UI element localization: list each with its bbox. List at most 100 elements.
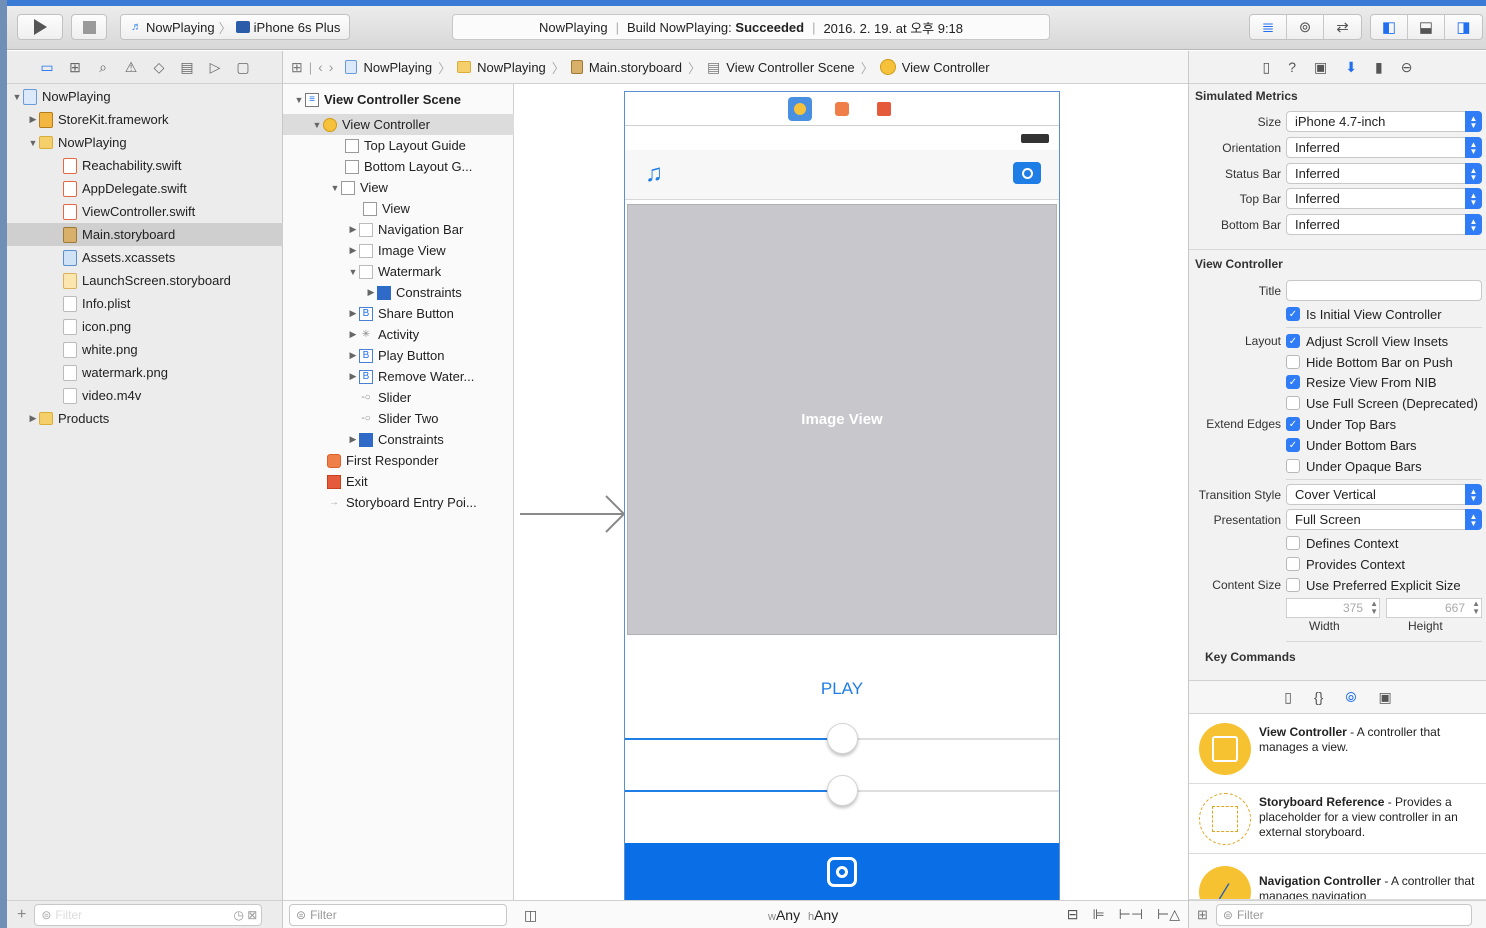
object-library-icon[interactable]: ⦾ [1345, 689, 1356, 706]
status-bar-popup[interactable]: Inferred ▲ ▼ [1286, 163, 1482, 184]
list-item[interactable]: ▼ NowPlaying [7, 85, 283, 108]
toggle-utilities-button[interactable]: ◨ [1445, 15, 1482, 39]
grid-icon[interactable]: ⊞ [1197, 907, 1208, 923]
resize-view-checkbox[interactable]: ✓ Resize View From NIB [1286, 373, 1437, 391]
file-template-icon[interactable]: ▯ [1284, 689, 1292, 706]
list-item[interactable]: Info.plist [7, 292, 283, 315]
align-icon[interactable]: ⊫ [1092, 906, 1104, 923]
checkbox[interactable]: ✓ [1286, 375, 1300, 389]
list-item[interactable]: Reachability.swift [7, 154, 283, 177]
identity-icon[interactable]: ▣ [1314, 59, 1327, 76]
grid-icon[interactable]: ⊞ [291, 59, 303, 76]
library-item[interactable]: Storyboard Reference - Provides a placeh… [1189, 784, 1486, 854]
list-item[interactable]: ▶ StoreKit.framework [7, 108, 283, 131]
outline-item[interactable]: ▼ ≡ View Controller Scene [283, 89, 514, 110]
debug-icon[interactable]: ▤ [177, 59, 197, 76]
back-arrow-icon[interactable]: ‹ [318, 59, 323, 75]
adjust-scroll-checkbox[interactable]: ✓ Adjust Scroll View Insets [1286, 332, 1448, 350]
provides-context-checkbox[interactable]: Provides Context [1286, 555, 1405, 573]
first-responder-icon[interactable] [830, 97, 854, 121]
view-controller-icon[interactable] [788, 96, 812, 121]
slider-thumb[interactable] [827, 775, 858, 806]
outline-item[interactable]: ▶ B Share Button [283, 303, 514, 324]
top-bar-popup[interactable]: Inferred ▲ ▼ [1286, 188, 1482, 209]
checkbox[interactable] [1286, 557, 1300, 571]
checkbox[interactable] [1286, 536, 1300, 550]
add-icon[interactable]: + [17, 906, 26, 924]
list-item[interactable]: Assets.xcassets [7, 246, 283, 269]
defines-context-checkbox[interactable]: Defines Context [1286, 534, 1399, 552]
list-item[interactable]: AppDelegate.swift [7, 177, 283, 200]
outline-item[interactable]: ▶ ✳ Activity [283, 324, 514, 345]
disclosure-down-icon[interactable]: ▼ [329, 183, 341, 193]
stepper-icon[interactable]: ▲ ▼ [1472, 600, 1480, 616]
size-popup[interactable]: iPhone 4.7-inch ▲ ▼ [1286, 111, 1482, 132]
play-button[interactable]: PLAY [625, 679, 1059, 699]
slider-thumb[interactable] [827, 723, 858, 754]
outline-item[interactable]: ▶ Constraints [283, 429, 514, 450]
media-library-icon[interactable]: ▣ [1379, 689, 1392, 706]
stepper-icon[interactable]: ▲ ▼ [1370, 600, 1378, 616]
under-bottom-bars-checkbox[interactable]: ✓ Under Bottom Bars [1286, 436, 1417, 454]
help-icon[interactable]: ? [1288, 59, 1296, 75]
disclosure-right-icon[interactable]: ▶ [365, 287, 377, 298]
disclosure-right-icon[interactable]: ▶ [27, 413, 39, 424]
exit-icon[interactable] [872, 97, 896, 121]
folder-icon[interactable]: ▭ [37, 59, 57, 76]
navigation-bar[interactable]: ♫ [625, 150, 1059, 200]
outline-item[interactable]: View [283, 198, 514, 219]
use-preferred-size-checkbox[interactable]: Use Preferred Explicit Size [1286, 576, 1461, 594]
disclosure-down-icon[interactable]: ▼ [27, 138, 39, 148]
outline-item[interactable]: First Responder [283, 450, 514, 471]
run-button[interactable] [17, 14, 63, 40]
height-field[interactable]: 667 ▲ ▼ [1386, 598, 1482, 618]
standard-editor-button[interactable]: ≣ [1250, 15, 1287, 39]
slider-two[interactable] [625, 775, 1059, 806]
assistant-editor-button[interactable]: ⊚ [1287, 15, 1324, 39]
disclosure-down-icon[interactable]: ▼ [293, 95, 305, 105]
size-icon[interactable]: ▮ [1375, 59, 1383, 76]
storyboard-canvas[interactable]: ♫ Image View PLAY ◫ wAny hAny ⊟ ⊫ ⊢⊣ ⊢△ [514, 84, 1188, 928]
width-field[interactable]: 375 ▲ ▼ [1286, 598, 1380, 618]
disclosure-right-icon[interactable]: ▶ [347, 308, 359, 319]
toggle-navigator-button[interactable]: ◧ [1371, 15, 1408, 39]
outline-item[interactable]: ▶ Image View [283, 240, 514, 261]
list-item[interactable]: ViewController.swift [7, 200, 283, 223]
checkbox[interactable]: ✓ [1286, 417, 1300, 431]
code-snippet-icon[interactable]: {} [1314, 689, 1323, 705]
stack-icon[interactable]: ⊟ [1067, 906, 1079, 923]
disclosure-right-icon[interactable]: ▶ [347, 329, 359, 340]
list-item[interactable]: ▼ NowPlaying [7, 131, 283, 154]
outline-item[interactable]: Bottom Layout G... [283, 156, 514, 177]
disclosure-right-icon[interactable]: ▶ [27, 114, 39, 125]
breadcrumb[interactable]: NowPlaying [363, 60, 432, 75]
is-initial-checkbox[interactable]: ✓ Is Initial View Controller [1286, 305, 1442, 323]
library-item[interactable]: View Controller - A controller that mana… [1189, 714, 1486, 784]
outline-item[interactable]: ▶ Navigation Bar [283, 219, 514, 240]
view-controller-scene[interactable]: ♫ Image View PLAY [624, 91, 1060, 902]
hide-bottom-bar-checkbox[interactable]: Hide Bottom Bar on Push [1286, 353, 1453, 371]
entry-point-arrow[interactable] [520, 494, 626, 534]
outline-item[interactable]: → Storyboard Entry Poi... [283, 492, 514, 513]
library-filter[interactable]: ⊜ Filter [1215, 903, 1472, 926]
share-button[interactable] [625, 843, 1059, 901]
test-icon[interactable]: ◇ [149, 59, 169, 76]
outline-item[interactable]: ▼ Watermark [283, 261, 514, 282]
outline-item-selected[interactable]: ▼ View Controller [283, 114, 514, 135]
warning-icon[interactable]: ⚠ [121, 59, 141, 76]
scheme-selector[interactable]: ♬ NowPlaying 〉 iPhone 6s Plus [120, 14, 350, 40]
under-top-bars-checkbox[interactable]: ✓ Under Top Bars [1286, 415, 1396, 433]
camera-icon[interactable] [1013, 162, 1041, 184]
version-editor-button[interactable]: ⇄ [1324, 15, 1361, 39]
outline-item[interactable]: Top Layout Guide [283, 135, 514, 156]
use-full-screen-checkbox[interactable]: Use Full Screen (Deprecated) [1286, 394, 1478, 412]
breadcrumb[interactable]: Main.storyboard [589, 60, 682, 75]
clock-icon[interactable]: ◷ ⊠ [233, 908, 257, 922]
outline-item[interactable]: -○ Slider Two [283, 408, 514, 429]
bottom-bar-popup[interactable]: Inferred ▲ ▼ [1286, 214, 1482, 235]
disclosure-right-icon[interactable]: ▶ [347, 371, 359, 382]
breakpoint-icon[interactable]: ▷ [205, 59, 225, 76]
toggle-debug-area-button[interactable]: ⬓ [1408, 15, 1445, 39]
list-item[interactable]: ▶ Products [7, 407, 283, 430]
disclosure-right-icon[interactable]: ▶ [347, 350, 359, 361]
